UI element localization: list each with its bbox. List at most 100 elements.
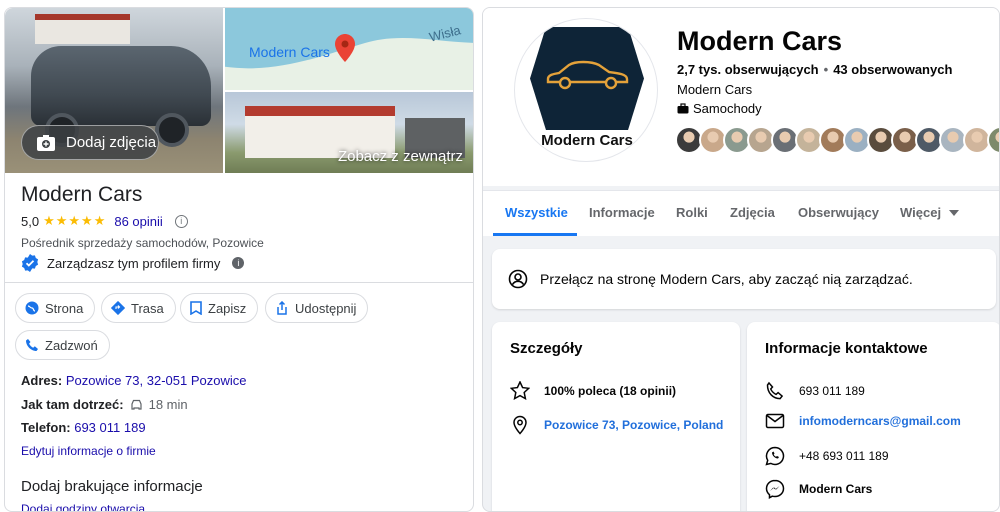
switch-profile-icon <box>508 269 528 289</box>
managed-profile-text: Zarządzasz tym profilem firmy <box>47 255 221 271</box>
photo-main-car[interactable]: Dodaj zdjęcia <box>5 8 223 173</box>
rating-value: 5,0 <box>21 213 40 229</box>
follower-avatar[interactable] <box>987 126 999 154</box>
share-icon <box>277 301 287 315</box>
switch-profile-text: Przełącz na stronę Modern Cars, aby zacz… <box>540 271 913 287</box>
map-business-label: Modern Cars <box>249 44 330 60</box>
address-link[interactable]: Pozowice 73, Pozowice, Poland <box>544 418 723 432</box>
info-icon[interactable]: i <box>174 214 188 228</box>
website-button[interactable]: Strona <box>15 293 96 323</box>
facebook-page-panel: Modern Cars Modern Cars 2,7 tys. obserwu… <box>482 7 1000 512</box>
map-thumbnail[interactable]: Modern Cars Wisła <box>225 8 473 90</box>
phone-row: Telefon: 693 011 189 <box>21 420 146 435</box>
share-button[interactable]: Udostępnij <box>265 293 369 323</box>
active-tab-underline <box>493 233 577 236</box>
website-label: Strona <box>45 300 84 316</box>
globe-icon <box>25 301 39 315</box>
save-button[interactable]: Zapisz <box>180 293 259 323</box>
phone-icon <box>26 339 38 351</box>
fb-tab-bar: Wszystkie Informacje Rolki Zdjęcia Obser… <box>483 190 999 236</box>
star-icon <box>510 381 530 400</box>
business-title: Modern Cars <box>21 183 143 206</box>
contact-card: Informacje kontaktowe 693 011 189 infomo… <box>747 322 999 511</box>
bookmark-icon <box>190 301 202 315</box>
add-photos-label: Dodaj zdjęcia <box>66 134 157 151</box>
photo-house-bg <box>35 14 130 44</box>
car-icon <box>130 399 142 410</box>
directions-label: Trasa <box>131 300 164 316</box>
tab-reels[interactable]: Rolki <box>676 205 708 220</box>
dropdown-arrow-icon <box>949 209 960 216</box>
recommend-row: 100% poleca (18 opinii) <box>510 381 676 400</box>
tab-followers[interactable]: Obserwujący <box>798 205 879 220</box>
map-pin-icon <box>335 34 355 62</box>
tab-more-label: Więcej <box>900 205 942 220</box>
contact-email-link[interactable]: infomoderncars@gmail.com <box>799 414 961 428</box>
details-title: Szczegóły <box>510 340 583 357</box>
whatsapp-icon <box>765 446 785 466</box>
photo-exterior[interactable]: Zobacz z zewnątrz <box>225 92 473 173</box>
directions-row: Jak tam dotrzeć: 18 min <box>21 397 188 412</box>
contact-email-row: infomoderncars@gmail.com <box>765 413 961 429</box>
google-business-panel: Dodaj zdjęcia Modern Cars Wisła Zobacz z… <box>4 7 474 512</box>
verified-badge-icon <box>21 254 39 272</box>
add-opening-hours-link[interactable]: Dodaj godziny otwarcia <box>21 502 145 511</box>
recommend-text: 100% poleca (18 opinii) <box>544 383 677 398</box>
directions-icon <box>111 301 125 315</box>
address-link[interactable]: Pozowice 73, 32-051 Pozowice <box>66 373 247 388</box>
switch-profile-banner[interactable]: Przełącz na stronę Modern Cars, aby zacz… <box>492 249 996 309</box>
directions-button[interactable]: Trasa <box>101 293 176 323</box>
save-label: Zapisz <box>208 300 247 316</box>
details-card: Szczegóły 100% poleca (18 opinii) Pozowi… <box>492 322 740 511</box>
fb-category-label: Samochody <box>693 101 762 116</box>
email-icon <box>765 413 785 429</box>
tab-all[interactable]: Wszystkie <box>505 205 568 220</box>
tab-photos[interactable]: Zdjęcia <box>730 205 775 220</box>
photo-car-wheel <box>155 113 189 147</box>
add-photo-icon <box>37 134 55 151</box>
fb-page-subname: Modern Cars <box>677 82 753 97</box>
travel-time: 18 min <box>148 397 188 412</box>
call-label: Zadzwoń <box>45 337 98 353</box>
view-outside-label: Zobacz z zewnątrz <box>337 148 463 165</box>
fb-profile-picture[interactable]: Modern Cars <box>514 18 658 162</box>
location-pin-icon <box>513 415 527 435</box>
fb-page-header: Modern Cars Modern Cars 2,7 tys. obserwu… <box>483 8 999 186</box>
car-logo-icon <box>546 60 629 90</box>
add-photos-button[interactable]: Dodaj zdjęcia <box>21 125 159 160</box>
contact-messenger-row: Modern Cars <box>765 479 872 499</box>
contact-phone-text: 693 011 189 <box>799 384 865 398</box>
address-row: Adres: Pozowice 73, 32-051 Pozowice <box>21 373 246 388</box>
contact-whatsapp-text: +48 693 011 189 <box>799 449 889 463</box>
directions-row-label: Jak tam dotrzeć: <box>21 397 124 412</box>
rating-stars: ★★★★★ <box>43 213 107 228</box>
contact-whatsapp-row: +48 693 011 189 <box>765 446 889 466</box>
logo-text: Modern Cars <box>541 132 633 149</box>
call-button[interactable]: Zadzwoń <box>15 330 110 360</box>
tab-about[interactable]: Informacje <box>589 205 655 220</box>
address-label: Adres: <box>21 373 63 388</box>
following-count[interactable]: 43 obserwowanych <box>833 62 952 77</box>
fb-stats: 2,7 tys. obserwujących • 43 obserwowanych <box>677 62 953 77</box>
reviews-link[interactable]: 86 opinii <box>114 214 162 229</box>
contact-messenger-text: Modern Cars <box>799 482 873 496</box>
contact-title: Informacje kontaktowe <box>765 340 928 357</box>
business-category: Pośrednik sprzedaży samochodów, Pozowice <box>21 236 264 250</box>
messenger-icon <box>765 479 785 499</box>
managed-profile-row: Zarządzasz tym profilem firmy i <box>21 254 245 272</box>
follower-avatars[interactable] <box>675 126 999 154</box>
divider <box>5 282 473 283</box>
phone-icon <box>766 381 784 400</box>
tab-more[interactable]: Więcej <box>900 205 960 220</box>
info-icon[interactable]: i <box>232 257 245 269</box>
address-row: Pozowice 73, Pozowice, Poland <box>510 415 723 435</box>
edit-business-info-link[interactable]: Edytuj informacje o firmie <box>21 444 156 458</box>
followers-count[interactable]: 2,7 tys. obserwujących <box>677 62 819 77</box>
add-missing-info-heading: Dodaj brakujące informacje <box>21 478 203 495</box>
rating-row: 5,0 ★★★★★ 86 opinii i <box>21 213 188 229</box>
phone-link[interactable]: 693 011 189 <box>74 420 145 435</box>
briefcase-icon <box>677 103 689 114</box>
contact-phone-row: 693 011 189 <box>765 381 865 401</box>
share-label: Udostępnij <box>295 300 357 316</box>
phone-label: Telefon: <box>21 420 71 435</box>
